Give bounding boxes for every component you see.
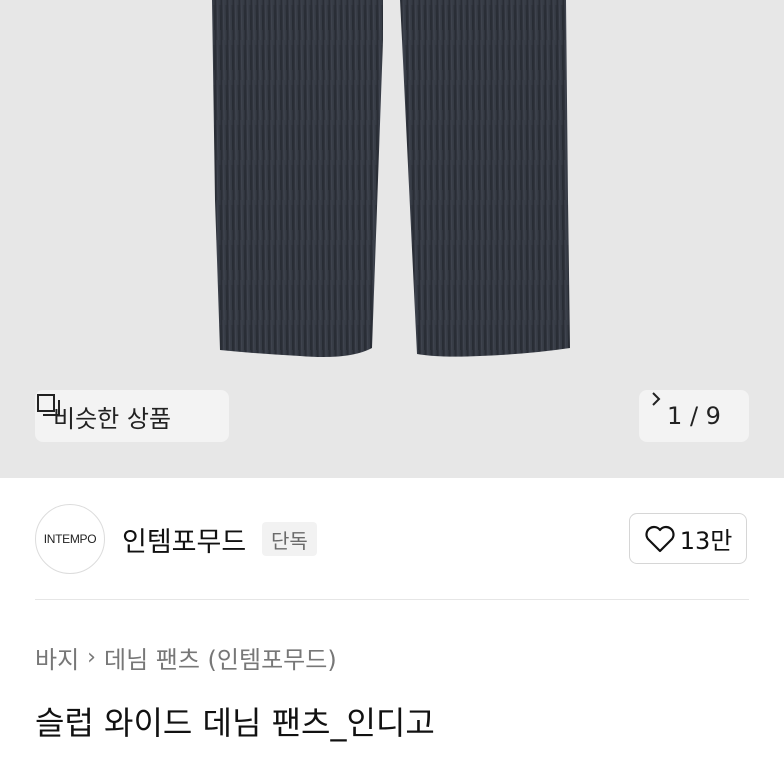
heart-icon [645, 525, 675, 552]
image-counter-text: 1 / 9 [667, 402, 721, 430]
similar-products-label: 비슷한 상품 [53, 404, 172, 433]
chevron-right-icon [652, 392, 661, 406]
like-button[interactable]: 13만 [629, 513, 747, 564]
divider [35, 599, 749, 600]
product-image-gallery[interactable]: 비슷한 상품 1 / 9 [0, 0, 784, 478]
brand-logo-text: INTEMPO [43, 532, 97, 546]
like-count: 13만 [679, 527, 733, 555]
similar-items-icon [37, 394, 60, 416]
brand-logo[interactable]: INTEMPO [35, 504, 105, 574]
product-title: 슬럽 와이드 데님 팬츠_인디고 [35, 704, 435, 742]
chevron-right-icon: › [87, 645, 96, 670]
exclusive-badge: 단독 [262, 522, 317, 556]
breadcrumb: 바지 › 데님 팬츠 (인템포무드) [35, 640, 337, 675]
breadcrumb-category[interactable]: 바지 [35, 640, 79, 675]
brand-name[interactable]: 인템포무드 [122, 520, 246, 559]
image-counter-button[interactable]: 1 / 9 [639, 390, 749, 442]
breadcrumb-subcategory[interactable]: 데님 팬츠 (인템포무드) [104, 640, 337, 675]
similar-products-button[interactable]: 비슷한 상품 [35, 390, 229, 442]
